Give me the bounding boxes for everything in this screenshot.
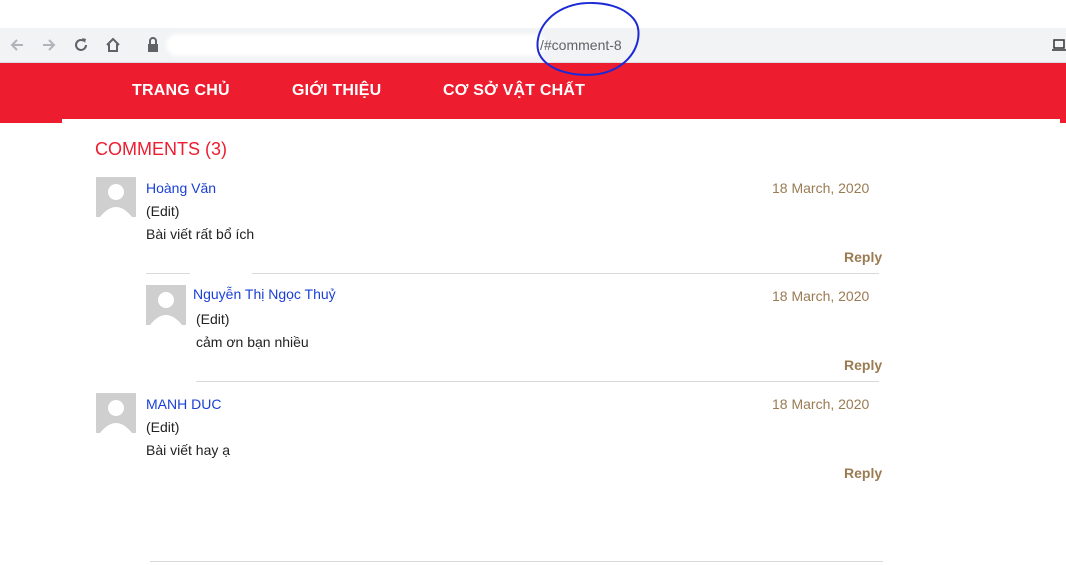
arrow-left-icon <box>10 39 23 51</box>
arrow-right-icon <box>43 39 56 51</box>
browser-toolbar: /#comment-8 <box>0 28 1066 63</box>
url-redaction <box>166 34 546 56</box>
comment-date[interactable]: 18 March, 2020 <box>772 396 869 412</box>
lock-icon <box>148 37 158 52</box>
site-nav: TRANG CHỦ GIỚI THIỆU CƠ SỞ VẬT CHẤT <box>0 63 1066 119</box>
comment-author[interactable]: MANH DUC <box>146 396 221 412</box>
redaction-mask <box>190 264 252 282</box>
back-button[interactable] <box>6 34 28 56</box>
comment-divider <box>146 273 879 274</box>
reload-icon <box>75 38 87 51</box>
user-placeholder-icon <box>96 177 136 217</box>
comment-text: Bài viết rất bổ ích <box>146 226 255 242</box>
home-button[interactable] <box>102 34 124 56</box>
comment-date[interactable]: 18 March, 2020 <box>772 180 869 196</box>
comment-text: cảm ơn bạn nhiều <box>196 334 309 350</box>
forward-button[interactable] <box>38 34 60 56</box>
home-icon <box>106 37 120 52</box>
reload-button[interactable] <box>70 34 92 56</box>
edit-link[interactable]: (Edit) <box>146 203 179 219</box>
reply-button[interactable]: Reply <box>844 465 882 481</box>
user-placeholder-icon <box>146 285 186 325</box>
comment-author[interactable]: Hoàng Văn <box>146 180 216 196</box>
comment-author[interactable]: Nguyễn Thị Ngọc Thuỷ <box>193 286 336 302</box>
comment-divider <box>196 381 879 382</box>
reply-button[interactable]: Reply <box>844 249 882 265</box>
avatar <box>146 285 186 325</box>
nav-item-home[interactable]: TRANG CHỦ <box>132 82 230 100</box>
edit-link[interactable]: (Edit) <box>196 311 229 327</box>
nav-item-about[interactable]: GIỚI THIỆU <box>292 82 381 100</box>
nav-item-facilities[interactable]: CƠ SỞ VẬT CHẤT <box>443 82 585 100</box>
avatar <box>96 177 136 217</box>
avatar <box>96 393 136 433</box>
comment-date[interactable]: 18 March, 2020 <box>772 288 869 304</box>
user-placeholder-icon <box>96 393 136 433</box>
header-edge-right <box>1060 119 1066 123</box>
header-edge <box>0 119 62 123</box>
laptop-icon[interactable] <box>1052 38 1066 52</box>
edit-link[interactable]: (Edit) <box>146 419 179 435</box>
reply-button[interactable]: Reply <box>844 357 882 373</box>
comment-text: Bài viết hay ạ <box>146 442 231 458</box>
section-divider <box>150 561 883 562</box>
comments-title: COMMENTS (3) <box>95 139 227 159</box>
